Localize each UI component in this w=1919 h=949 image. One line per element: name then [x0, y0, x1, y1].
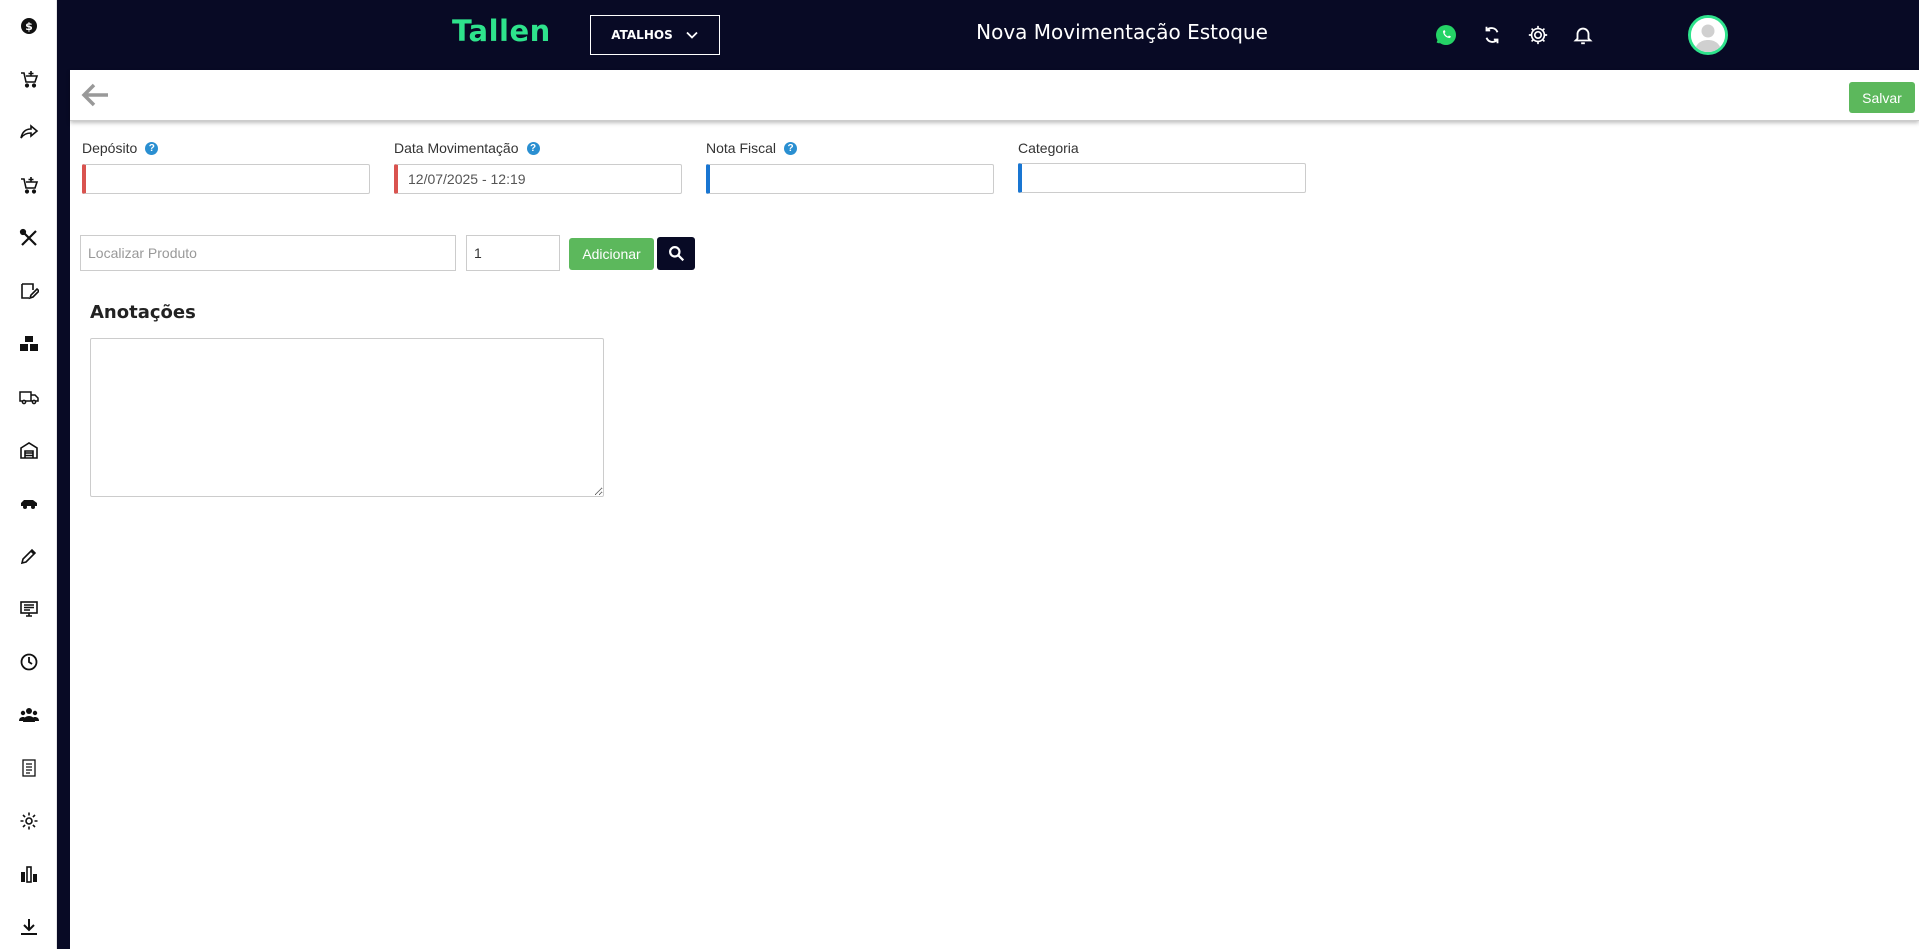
notes-title: Anotações: [90, 302, 196, 323]
categoria-field[interactable]: [1018, 163, 1306, 193]
categoria-label: Categoria: [1018, 140, 1079, 156]
report-icon[interactable]: [17, 756, 41, 780]
clock-icon[interactable]: [17, 650, 41, 674]
download-icon[interactable]: [17, 915, 41, 939]
boxes-icon[interactable]: [17, 332, 41, 356]
monitor-icon[interactable]: [17, 597, 41, 621]
dollar-icon[interactable]: $: [17, 14, 41, 38]
refresh-icon[interactable]: [1478, 21, 1506, 49]
data-movimentacao-label: Data Movimentação ?: [394, 140, 540, 156]
bell-icon[interactable]: [1569, 21, 1597, 49]
share-icon[interactable]: [17, 120, 41, 144]
help-icon[interactable]: ?: [526, 141, 540, 155]
tools-icon[interactable]: [17, 226, 41, 250]
data-movimentacao-label-text: Data Movimentação: [394, 140, 519, 156]
bar-chart-icon[interactable]: [17, 862, 41, 886]
navy-frame: [57, 0, 70, 949]
quantity-input[interactable]: [466, 235, 560, 271]
help-icon[interactable]: ?: [145, 141, 159, 155]
help-icon[interactable]: ?: [784, 141, 798, 155]
top-navbar: Tallen ATALHOS Nova Movimentação Estoque: [57, 0, 1919, 70]
avatar[interactable]: [1688, 15, 1728, 55]
users-icon[interactable]: [17, 703, 41, 727]
cart-add-icon[interactable]: [17, 67, 41, 91]
whatsapp-icon[interactable]: [1432, 21, 1460, 49]
svg-text:$: $: [25, 20, 33, 33]
save-button[interactable]: Salvar: [1849, 82, 1915, 113]
main-content: Salvar Depósito ? Data Movimentação ? 12…: [70, 70, 1919, 949]
car-icon[interactable]: [17, 491, 41, 515]
notes-textarea[interactable]: [90, 338, 604, 497]
shortcuts-label: ATALHOS: [611, 28, 673, 42]
logo[interactable]: Tallen: [452, 14, 551, 48]
gear-icon[interactable]: [17, 809, 41, 833]
categoria-label-text: Categoria: [1018, 140, 1079, 156]
cart-add-icon-2[interactable]: [17, 173, 41, 197]
chevron-down-icon: [686, 31, 698, 39]
add-product-button[interactable]: Adicionar: [569, 238, 654, 270]
sidebar: $: [0, 0, 57, 949]
nota-fiscal-label-text: Nota Fiscal: [706, 140, 777, 156]
deposito-field[interactable]: [82, 164, 370, 194]
product-search-input[interactable]: [80, 235, 456, 271]
search-icon: [668, 246, 684, 262]
edit-note-icon[interactable]: [17, 279, 41, 303]
shortcuts-dropdown[interactable]: ATALHOS: [590, 15, 720, 55]
nota-fiscal-field[interactable]: [706, 164, 994, 194]
search-button[interactable]: [657, 237, 695, 270]
pencil-icon[interactable]: [17, 544, 41, 568]
warehouse-icon[interactable]: [17, 438, 41, 462]
data-movimentacao-field[interactable]: 12/07/2025 - 12:19: [394, 164, 682, 194]
user-avatar-icon: [1691, 18, 1725, 52]
action-toolbar: Salvar: [70, 70, 1919, 121]
settings-icon[interactable]: [1524, 21, 1552, 49]
truck-icon[interactable]: [17, 385, 41, 409]
deposito-label-text: Depósito: [82, 140, 138, 156]
deposito-label: Depósito ?: [82, 140, 159, 156]
back-arrow-icon[interactable]: [80, 81, 112, 109]
page-title: Nova Movimentação Estoque: [976, 20, 1268, 44]
nota-fiscal-label: Nota Fiscal ?: [706, 140, 798, 156]
